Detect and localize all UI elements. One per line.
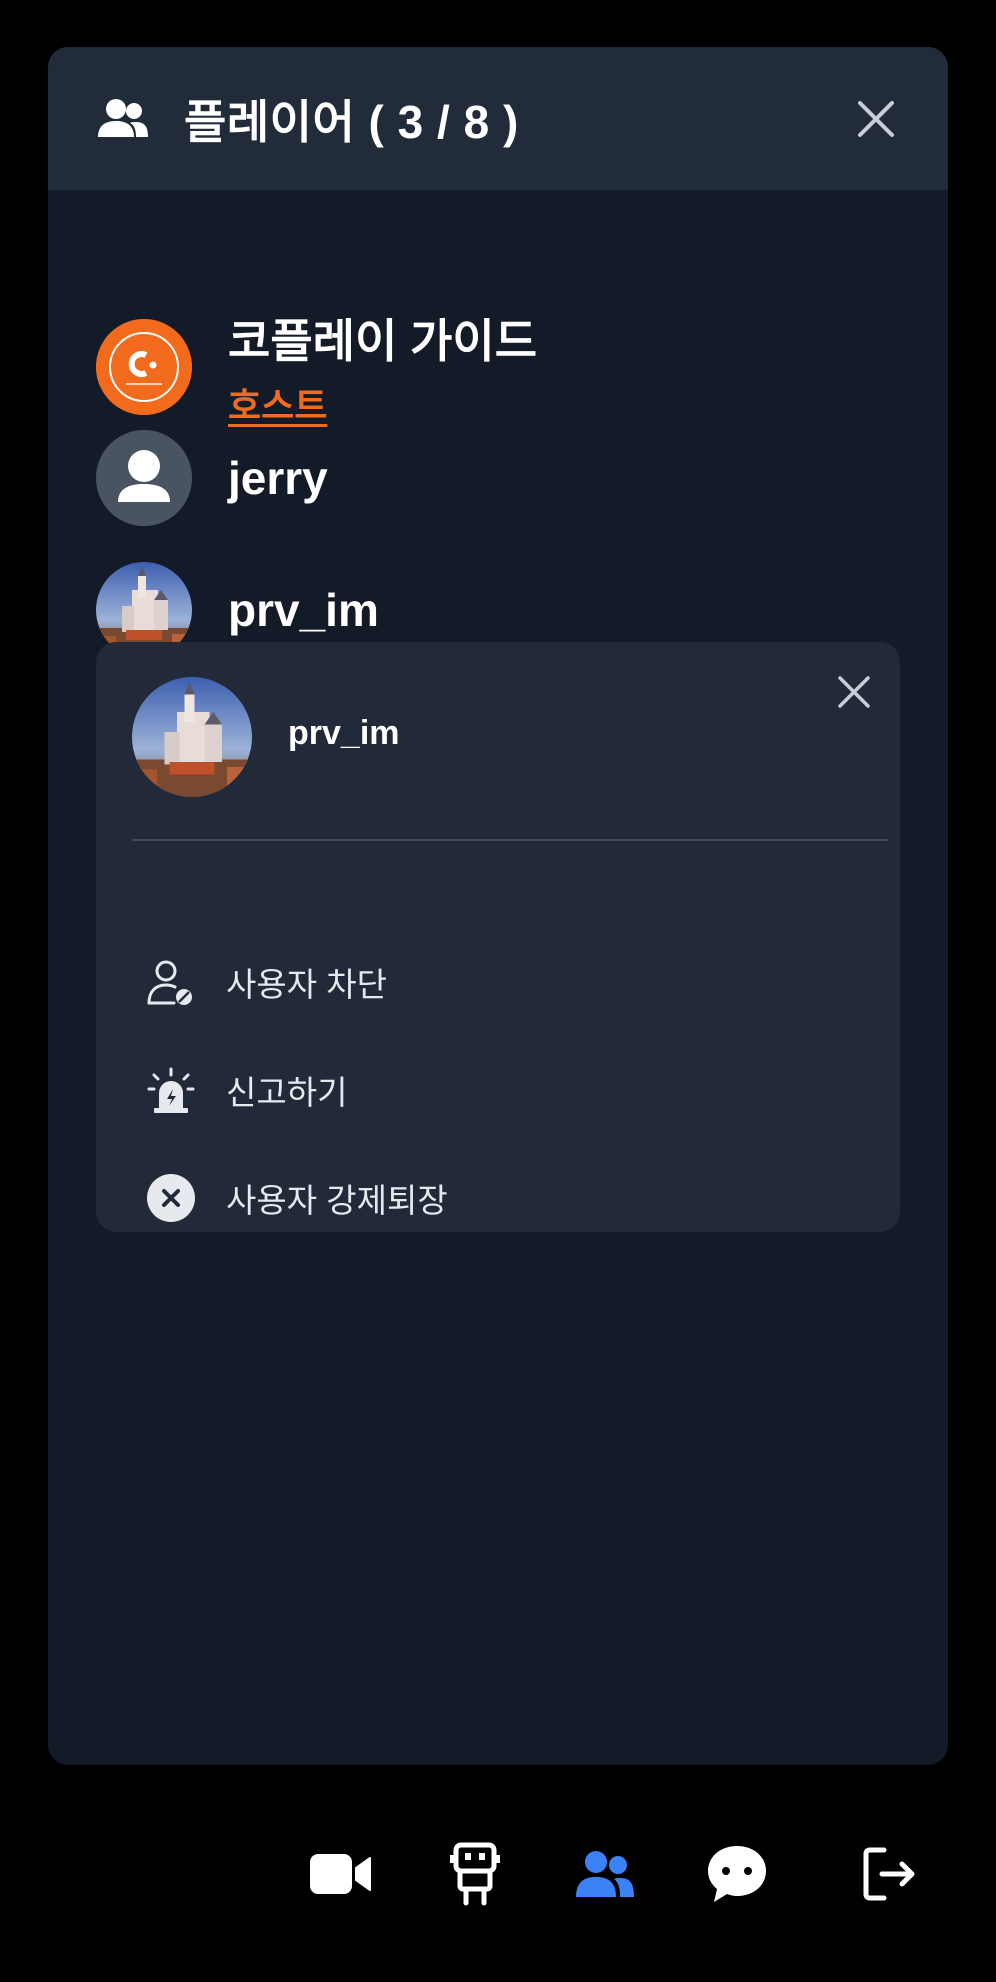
popup-username: prv_im [288,714,400,752]
block-user-menu-item[interactable]: 사용자 차단 [146,957,387,1007]
x-circle-icon [146,1173,196,1223]
menu-item-label: 신고하기 [226,1074,348,1111]
bottom-toolbar [0,1838,996,1910]
castle-photo-icon [132,677,252,797]
default-user-icon [96,430,192,526]
player-name: 코플레이 가이드 [228,315,538,367]
coplay-logo-icon [96,319,192,415]
chat-bubble-icon[interactable] [706,1838,768,1910]
avatar [96,430,192,526]
video-camera-icon[interactable] [310,1838,372,1910]
close-icon[interactable] [854,97,898,141]
host-badge: 호스트 [228,385,328,426]
player-row-jerry[interactable]: jerry [96,430,328,526]
user-block-icon [146,957,196,1007]
player-name: jerry [228,452,328,504]
panel-header: 플레이어 ( 3 / 8 ) [48,47,948,190]
menu-item-label: 사용자 강제퇴장 [226,1182,448,1219]
users-icon [98,98,148,137]
player-name: prv_im [228,584,379,636]
avatar [96,319,192,415]
avatar [132,677,252,797]
users-icon[interactable] [574,1838,636,1910]
siren-icon [146,1065,196,1115]
exit-icon[interactable] [862,1838,918,1910]
player-options-popup: prv_im 사용자 차단 신고하기 사용자 강제퇴장 [96,642,900,1232]
close-icon[interactable] [836,674,872,710]
page-title: 플레이어 ( 3 / 8 ) [184,95,519,148]
robot-icon[interactable] [448,1838,502,1910]
player-row-host[interactable]: 코플레이 가이드 호스트 [96,305,537,429]
report-menu-item[interactable]: 신고하기 [146,1065,347,1115]
players-panel: 플레이어 ( 3 / 8 ) 코플레이 가이드 호스트 jerry prv_im… [48,47,948,1765]
menu-item-label: 사용자 차단 [226,966,387,1003]
divider [132,839,888,841]
kick-user-menu-item[interactable]: 사용자 강제퇴장 [146,1173,448,1223]
